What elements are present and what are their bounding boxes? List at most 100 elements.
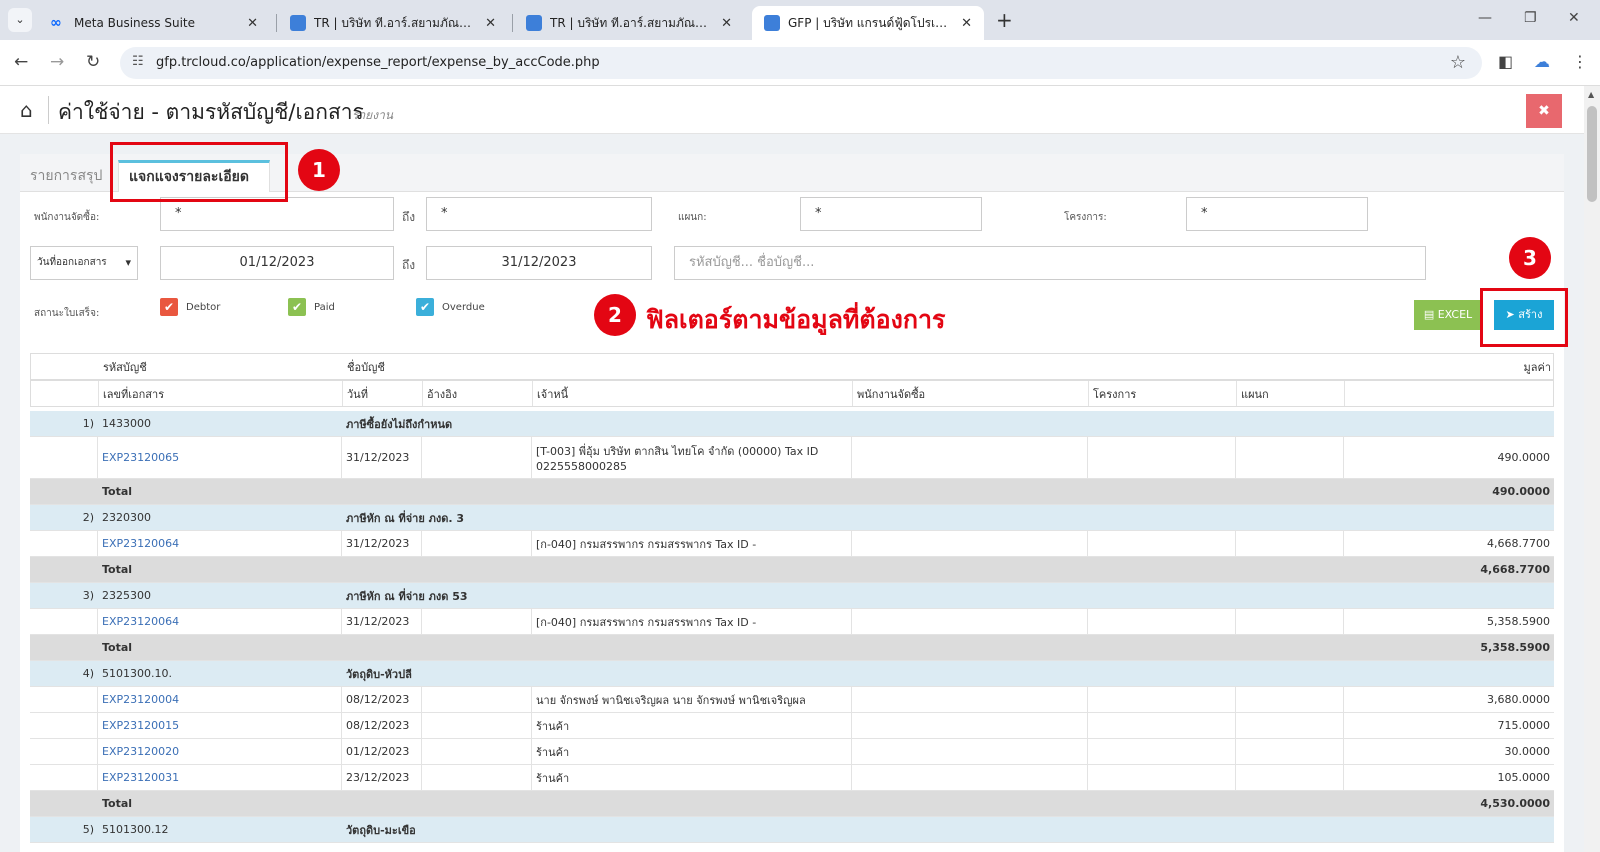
annotation-step2: 2	[594, 294, 636, 336]
minimize-icon[interactable]: —	[1478, 10, 1492, 26]
close-tab-icon[interactable]: ✕	[961, 16, 972, 31]
new-tab-button[interactable]: +	[996, 8, 1013, 32]
window-close-icon[interactable]: ✕	[1568, 10, 1580, 26]
project-input[interactable]: *	[1186, 197, 1368, 231]
tab-search-chevron-down-icon[interactable]: ⌄	[8, 8, 32, 32]
purchaser-to-input[interactable]: *	[426, 197, 652, 231]
row-blank	[30, 765, 98, 790]
annotation-step3: 3	[1509, 237, 1551, 279]
check-icon: ✔	[288, 298, 306, 316]
date-type-select[interactable]: วันที่ออกเอกสาร ▾	[30, 246, 138, 280]
home-icon[interactable]: ⌂	[20, 98, 33, 122]
row-purchaser	[852, 739, 1088, 764]
chevron-down-icon: ▾	[125, 256, 131, 269]
group-account-name: วัตถุดิบ-หัวปลี	[346, 667, 412, 681]
group-account-name: ภาษีหัก ณ ที่จ่าย ภงด. 3	[346, 511, 465, 525]
row-purchaser	[852, 713, 1088, 738]
url-text[interactable]: gfp.trcloud.co/application/expense_repor…	[156, 55, 600, 70]
row-value: 30.0000	[1504, 745, 1551, 758]
header-blank	[31, 354, 99, 379]
purchaser-from-input[interactable]: *	[160, 197, 394, 231]
group-number: 4)	[82, 667, 94, 680]
close-tab-icon[interactable]: ✕	[247, 16, 258, 31]
date-to-input[interactable]: 31/12/2023	[426, 246, 652, 280]
row-department	[1236, 531, 1344, 556]
status-paid-checkbox[interactable]: ✔ Paid	[288, 298, 335, 316]
tab-summary[interactable]: รายการสรุป	[20, 160, 112, 192]
row-blank	[30, 739, 98, 764]
table-row: EXP23120031 23/12/2023 ร้านค้า 105.0000	[30, 765, 1554, 791]
kebab-menu-icon[interactable]: ⋮	[1572, 52, 1588, 71]
row-creditor: ร้านค้า	[532, 739, 852, 764]
status-overdue-checkbox[interactable]: ✔ Overdue	[416, 298, 485, 316]
header-value: มูลค่า	[1523, 360, 1551, 374]
row-value: 3,680.0000	[1487, 693, 1550, 706]
row-value: 490.0000	[1497, 451, 1551, 464]
group-account-name: ภาษีซื้อยังไม่ถึงกำหนด	[346, 417, 453, 431]
doc-number-link[interactable]: EXP23120020	[98, 739, 342, 764]
status-debtor-checkbox[interactable]: ✔ Debtor	[160, 298, 220, 316]
header-divider	[48, 96, 49, 124]
header-account-name: ชื่อบัญชี	[347, 360, 385, 374]
browser-tab-tr-1[interactable]: TR | บริษัท ที.อาร์.สยามภัณฑ์ จำกัด ✕	[278, 6, 508, 40]
page-scrollbar[interactable]: ▲	[1584, 86, 1600, 852]
browser-tab-bar: ⌄ ∞ Meta Business Suite ✕ TR | บริษัท ที…	[0, 0, 1600, 40]
total-row: Total 5,358.5900	[30, 635, 1554, 661]
doc-number-link[interactable]: EXP23120031	[98, 765, 342, 790]
row-department	[1236, 765, 1344, 790]
row-purchaser	[852, 437, 1088, 478]
row-reference	[422, 765, 532, 790]
row-purchaser	[852, 687, 1088, 712]
row-blank	[30, 531, 98, 556]
doc-number-link[interactable]: EXP23120064	[98, 609, 342, 634]
back-arrow-left-icon[interactable]: ←	[14, 52, 28, 72]
cloud-favicon-icon	[526, 15, 542, 31]
cloud-extension-icon[interactable]: ☁	[1534, 52, 1550, 71]
doc-number-link[interactable]: EXP23120064	[98, 531, 342, 556]
group-account-name: วัตถุดิบ-มะเขือ	[346, 823, 416, 837]
reload-icon[interactable]: ↻	[86, 52, 100, 72]
table-row: EXP23120065 31/12/2023 [T-003] พี่อุ้ม บริ…	[30, 437, 1554, 479]
tab-separator	[512, 14, 513, 32]
group-account-code: 1433000	[102, 417, 151, 430]
row-blank	[30, 609, 98, 634]
table-row: EXP23120064 31/12/2023 [ก-040] กรมสรรพากร …	[30, 609, 1554, 635]
browser-tab-tr-2[interactable]: TR | บริษัท ที.อาร์.สยามภัณฑ์ จำกัด ✕	[514, 6, 744, 40]
browser-tab-gfp[interactable]: GFP | บริษัท แกรนด์ฟู้ดโปรเซสซิ่ง (ป ✕	[752, 6, 984, 40]
row-date: 08/12/2023	[342, 687, 422, 712]
close-report-button[interactable]: ✖	[1526, 94, 1562, 128]
excel-export-button[interactable]: ▤ EXCEL	[1414, 300, 1482, 330]
sidepanel-icon[interactable]: ◧	[1498, 52, 1513, 71]
browser-tab-meta[interactable]: ∞ Meta Business Suite ✕	[38, 6, 270, 40]
total-value: 5,358.5900	[1480, 641, 1550, 654]
row-reference	[422, 739, 532, 764]
site-settings-tune-icon[interactable]: ☷	[132, 54, 144, 69]
close-tab-icon[interactable]: ✕	[485, 16, 496, 31]
group-row: 1) 1433000 ภาษีซื้อยังไม่ถึงกำหนด	[30, 411, 1554, 437]
browser-toolbar: ← → ↻ ☷ gfp.trcloud.co/application/expen…	[0, 40, 1600, 86]
row-project	[1088, 531, 1236, 556]
restore-icon[interactable]: ❐	[1524, 10, 1537, 26]
total-value: 490.0000	[1492, 485, 1550, 498]
forward-arrow-right-icon[interactable]: →	[50, 52, 64, 72]
doc-number-link[interactable]: EXP23120065	[98, 437, 342, 478]
row-creditor: นาย จักรพงษ์ พานิชเจริญผล นาย จักรพงษ์ พ…	[532, 687, 852, 712]
department-input[interactable]: *	[800, 197, 982, 231]
doc-number-link[interactable]: EXP23120015	[98, 713, 342, 738]
row-value: 715.0000	[1497, 719, 1551, 732]
date-from-input[interactable]: 01/12/2023	[160, 246, 394, 280]
address-bar[interactable]: ☷ gfp.trcloud.co/application/expense_rep…	[120, 47, 1482, 79]
scrollbar-thumb[interactable]	[1587, 106, 1597, 202]
row-reference	[422, 713, 532, 738]
scroll-up-icon[interactable]: ▲	[1588, 90, 1594, 99]
doc-number-link[interactable]: EXP23120004	[98, 687, 342, 712]
header-reference: อ้างอิง	[423, 381, 533, 406]
table-header-row-1: รหัสบัญชี ชื่อบัญชี มูลค่า	[30, 353, 1554, 380]
group-row: 5) 5101300.12 วัตถุดิบ-มะเขือ	[30, 817, 1554, 843]
account-search-input[interactable]: รหัสบัญชี... ชื่อบัญชี...	[674, 246, 1426, 280]
header-account-code: รหัสบัญชี	[103, 360, 147, 374]
close-tab-icon[interactable]: ✕	[721, 16, 732, 31]
row-department	[1236, 687, 1344, 712]
group-account-code: 2325300	[102, 589, 151, 602]
bookmark-star-icon[interactable]: ☆	[1450, 52, 1466, 73]
